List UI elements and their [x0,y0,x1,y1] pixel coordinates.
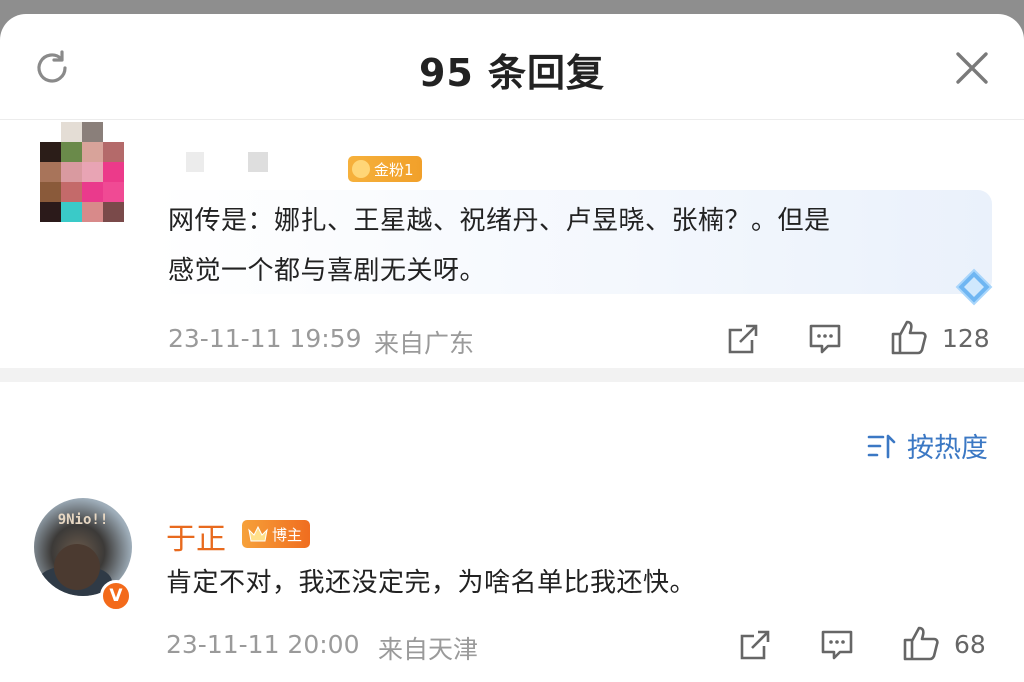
like-count: 68 [954,630,986,659]
like-count: 128 [942,324,990,353]
blogger-badge-label: 博主 [272,525,303,544]
username-blurred[interactable] [186,152,204,172]
sort-icon [867,434,896,458]
comment-text-line: 网传是：娜扎、王星越、祝绪丹、卢昱晓、张楠？。但是 [168,206,831,236]
fan-badge-label: 金粉1 [374,160,414,179]
close-icon[interactable] [954,50,990,86]
comment-location: 来自天津 [378,635,479,664]
avatar-blurred[interactable] [40,122,124,222]
diamond-icon [955,268,993,306]
fan-badge-icon [352,160,370,178]
thumbs-up-icon[interactable] [890,318,928,356]
share-icon[interactable] [738,628,772,662]
comment-icon[interactable] [808,322,842,356]
comment-timestamp: 23-11-11 19:59 [168,324,362,353]
comment-text-line: 感觉一个都与喜剧无关呀。 [168,256,487,286]
thumbs-up-icon[interactable] [902,624,940,662]
section-divider [0,368,1024,382]
sheet-header: 95 条回复 [0,14,1024,120]
comment-location: 来自广东 [374,329,475,358]
sort-label: 按热度 [907,433,988,464]
share-icon[interactable] [726,322,760,356]
blogger-badge[interactable]: 博主 [242,520,311,548]
page-title: 95 条回复 [418,51,606,95]
comment-text: 肯定不对，我还没定完，为啥名单比我还快。 [166,568,697,598]
crown-icon [248,525,268,542]
username-blurred[interactable] [248,152,268,172]
avatar-sign-text: 9Nio!! [57,512,109,528]
comment-timestamp: 23-11-11 20:00 [166,630,360,659]
comment-icon[interactable] [820,628,854,662]
verified-badge: V [100,580,132,612]
username[interactable]: 于正 [166,514,226,558]
fan-level-badge[interactable]: 金粉1 [348,156,422,182]
sort-by-hot-button[interactable]: 按热度 [867,426,988,465]
